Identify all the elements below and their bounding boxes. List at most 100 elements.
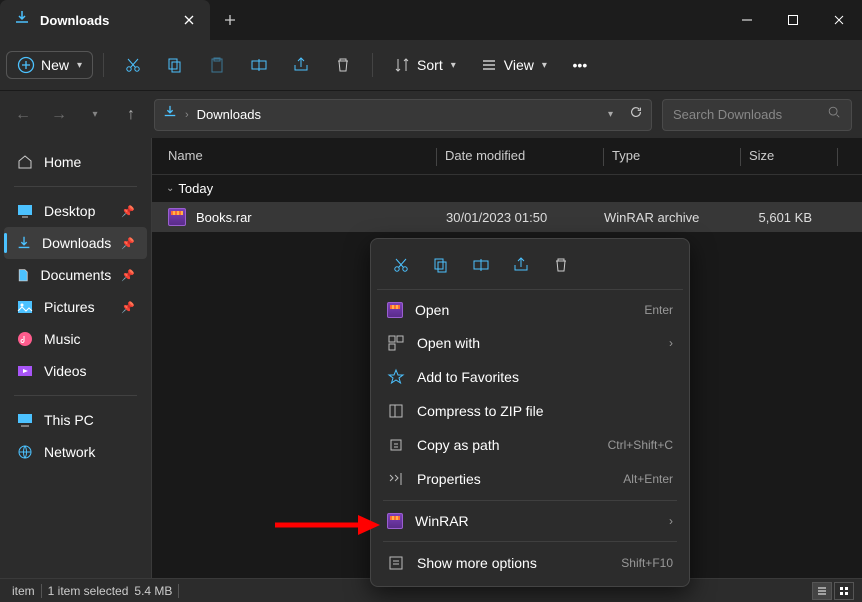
column-modified[interactable]: Date modified (445, 148, 595, 166)
sidebar-item-home[interactable]: Home (4, 146, 147, 178)
search-box[interactable] (662, 99, 852, 131)
ctx-open[interactable]: Open Enter (377, 294, 683, 326)
sidebar-item-label: Videos (44, 363, 87, 379)
share-button[interactable] (282, 50, 320, 80)
ctx-share-button[interactable] (503, 249, 539, 281)
path-icon (387, 436, 405, 454)
ctx-delete-button[interactable] (543, 249, 579, 281)
sidebar: Home Desktop 📌 Downloads 📌 Documents 📌 P… (0, 138, 151, 578)
ctx-shortcut: Alt+Enter (623, 472, 673, 486)
plus-circle-icon (17, 56, 35, 74)
sidebar-item-pictures[interactable]: Pictures 📌 (4, 291, 147, 323)
zip-icon (387, 402, 405, 420)
status-size: 5.4 MB (134, 584, 172, 598)
view-button[interactable]: View ▾ (470, 50, 557, 80)
sidebar-item-label: Documents (40, 267, 111, 283)
sidebar-item-label: Pictures (44, 299, 95, 315)
column-name[interactable]: Name (168, 148, 428, 166)
separator (383, 541, 677, 542)
trash-icon (334, 56, 352, 74)
details-view-button[interactable] (812, 582, 832, 600)
desktop-icon (16, 202, 34, 220)
rename-icon (250, 56, 268, 74)
pin-icon: 📌 (121, 269, 135, 282)
chevron-down-icon: ▾ (451, 60, 456, 71)
ctx-rename-button[interactable] (463, 249, 499, 281)
ctx-shortcut: Ctrl+Shift+C (608, 438, 673, 452)
sidebar-item-downloads[interactable]: Downloads 📌 (4, 227, 147, 259)
file-row[interactable]: Books.rar 30/01/2023 01:50 WinRAR archiv… (152, 202, 862, 232)
document-icon (16, 266, 30, 284)
group-header[interactable]: ⌄ Today (152, 175, 862, 202)
sidebar-item-documents[interactable]: Documents 📌 (4, 259, 147, 291)
context-menu: Open Enter Open with › Add to Favorites … (370, 238, 690, 587)
maximize-button[interactable] (770, 0, 816, 40)
ctx-copy-button[interactable] (423, 249, 459, 281)
cut-button[interactable] (114, 50, 152, 80)
videos-icon (16, 362, 34, 380)
ctx-open-with[interactable]: Open with › (377, 326, 683, 360)
close-icon[interactable] (182, 13, 196, 27)
sidebar-item-label: Downloads (42, 235, 111, 251)
tab-downloads[interactable]: Downloads (0, 0, 210, 40)
ctx-favorites[interactable]: Add to Favorites (377, 360, 683, 394)
column-size[interactable]: Size (749, 148, 829, 166)
search-input[interactable] (673, 107, 819, 122)
more-button[interactable]: ••• (561, 50, 599, 80)
sidebar-item-label: Desktop (44, 203, 95, 219)
chevron-down-icon[interactable]: ▾ (82, 102, 108, 128)
close-window-button[interactable] (816, 0, 862, 40)
sidebar-item-desktop[interactable]: Desktop 📌 (4, 195, 147, 227)
breadcrumb[interactable]: Downloads (197, 107, 261, 122)
ctx-more-options[interactable]: Show more options Shift+F10 (377, 546, 683, 580)
file-type: WinRAR archive (604, 210, 732, 225)
address-bar[interactable]: › Downloads ▾ (154, 99, 652, 131)
sidebar-item-this-pc[interactable]: This PC (4, 404, 147, 436)
rar-icon (168, 208, 186, 226)
sort-label: Sort (417, 57, 443, 73)
chevron-down-icon[interactable]: ▾ (608, 109, 613, 120)
separator (383, 500, 677, 501)
delete-button[interactable] (324, 50, 362, 80)
ctx-cut-button[interactable] (383, 249, 419, 281)
minimize-button[interactable] (724, 0, 770, 40)
forward-button[interactable]: → (46, 102, 72, 128)
address-row: ← → ▾ ↑ › Downloads ▾ (0, 90, 862, 138)
new-label: New (41, 57, 69, 73)
download-icon (14, 10, 30, 31)
separator (103, 53, 104, 77)
copy-button[interactable] (156, 50, 194, 80)
refresh-button[interactable] (629, 105, 643, 124)
sidebar-item-network[interactable]: Network (4, 436, 147, 468)
sidebar-item-music[interactable]: Music (4, 323, 147, 355)
new-tab-button[interactable] (210, 0, 250, 40)
chevron-down-icon: ▾ (77, 60, 82, 71)
sort-button[interactable]: Sort ▾ (383, 50, 466, 80)
paste-button[interactable] (198, 50, 236, 80)
ctx-copy-path[interactable]: Copy as path Ctrl+Shift+C (377, 428, 683, 462)
ctx-label: Copy as path (417, 437, 596, 453)
share-icon (292, 56, 310, 74)
new-button[interactable]: New ▾ (6, 51, 93, 79)
column-type[interactable]: Type (612, 148, 732, 166)
back-button[interactable]: ← (10, 102, 36, 128)
home-icon (16, 153, 34, 171)
scissors-icon (124, 56, 142, 74)
more-icon (387, 554, 405, 572)
pin-icon: 📌 (121, 237, 135, 250)
network-icon (16, 443, 34, 461)
titlebar: Downloads (0, 0, 862, 40)
thumbnails-view-button[interactable] (834, 582, 854, 600)
sidebar-item-label: This PC (44, 412, 94, 428)
up-button[interactable]: ↑ (118, 102, 144, 128)
chevron-right-icon: › (185, 109, 189, 121)
ctx-winrar[interactable]: WinRAR › (377, 505, 683, 537)
ctx-label: Open with (417, 335, 657, 351)
chevron-right-icon: › (669, 336, 673, 350)
ctx-properties[interactable]: Properties Alt+Enter (377, 462, 683, 496)
sort-icon (393, 56, 411, 74)
rename-button[interactable] (240, 50, 278, 80)
ctx-compress[interactable]: Compress to ZIP file (377, 394, 683, 428)
sidebar-item-videos[interactable]: Videos (4, 355, 147, 387)
chevron-right-icon: › (669, 514, 673, 528)
